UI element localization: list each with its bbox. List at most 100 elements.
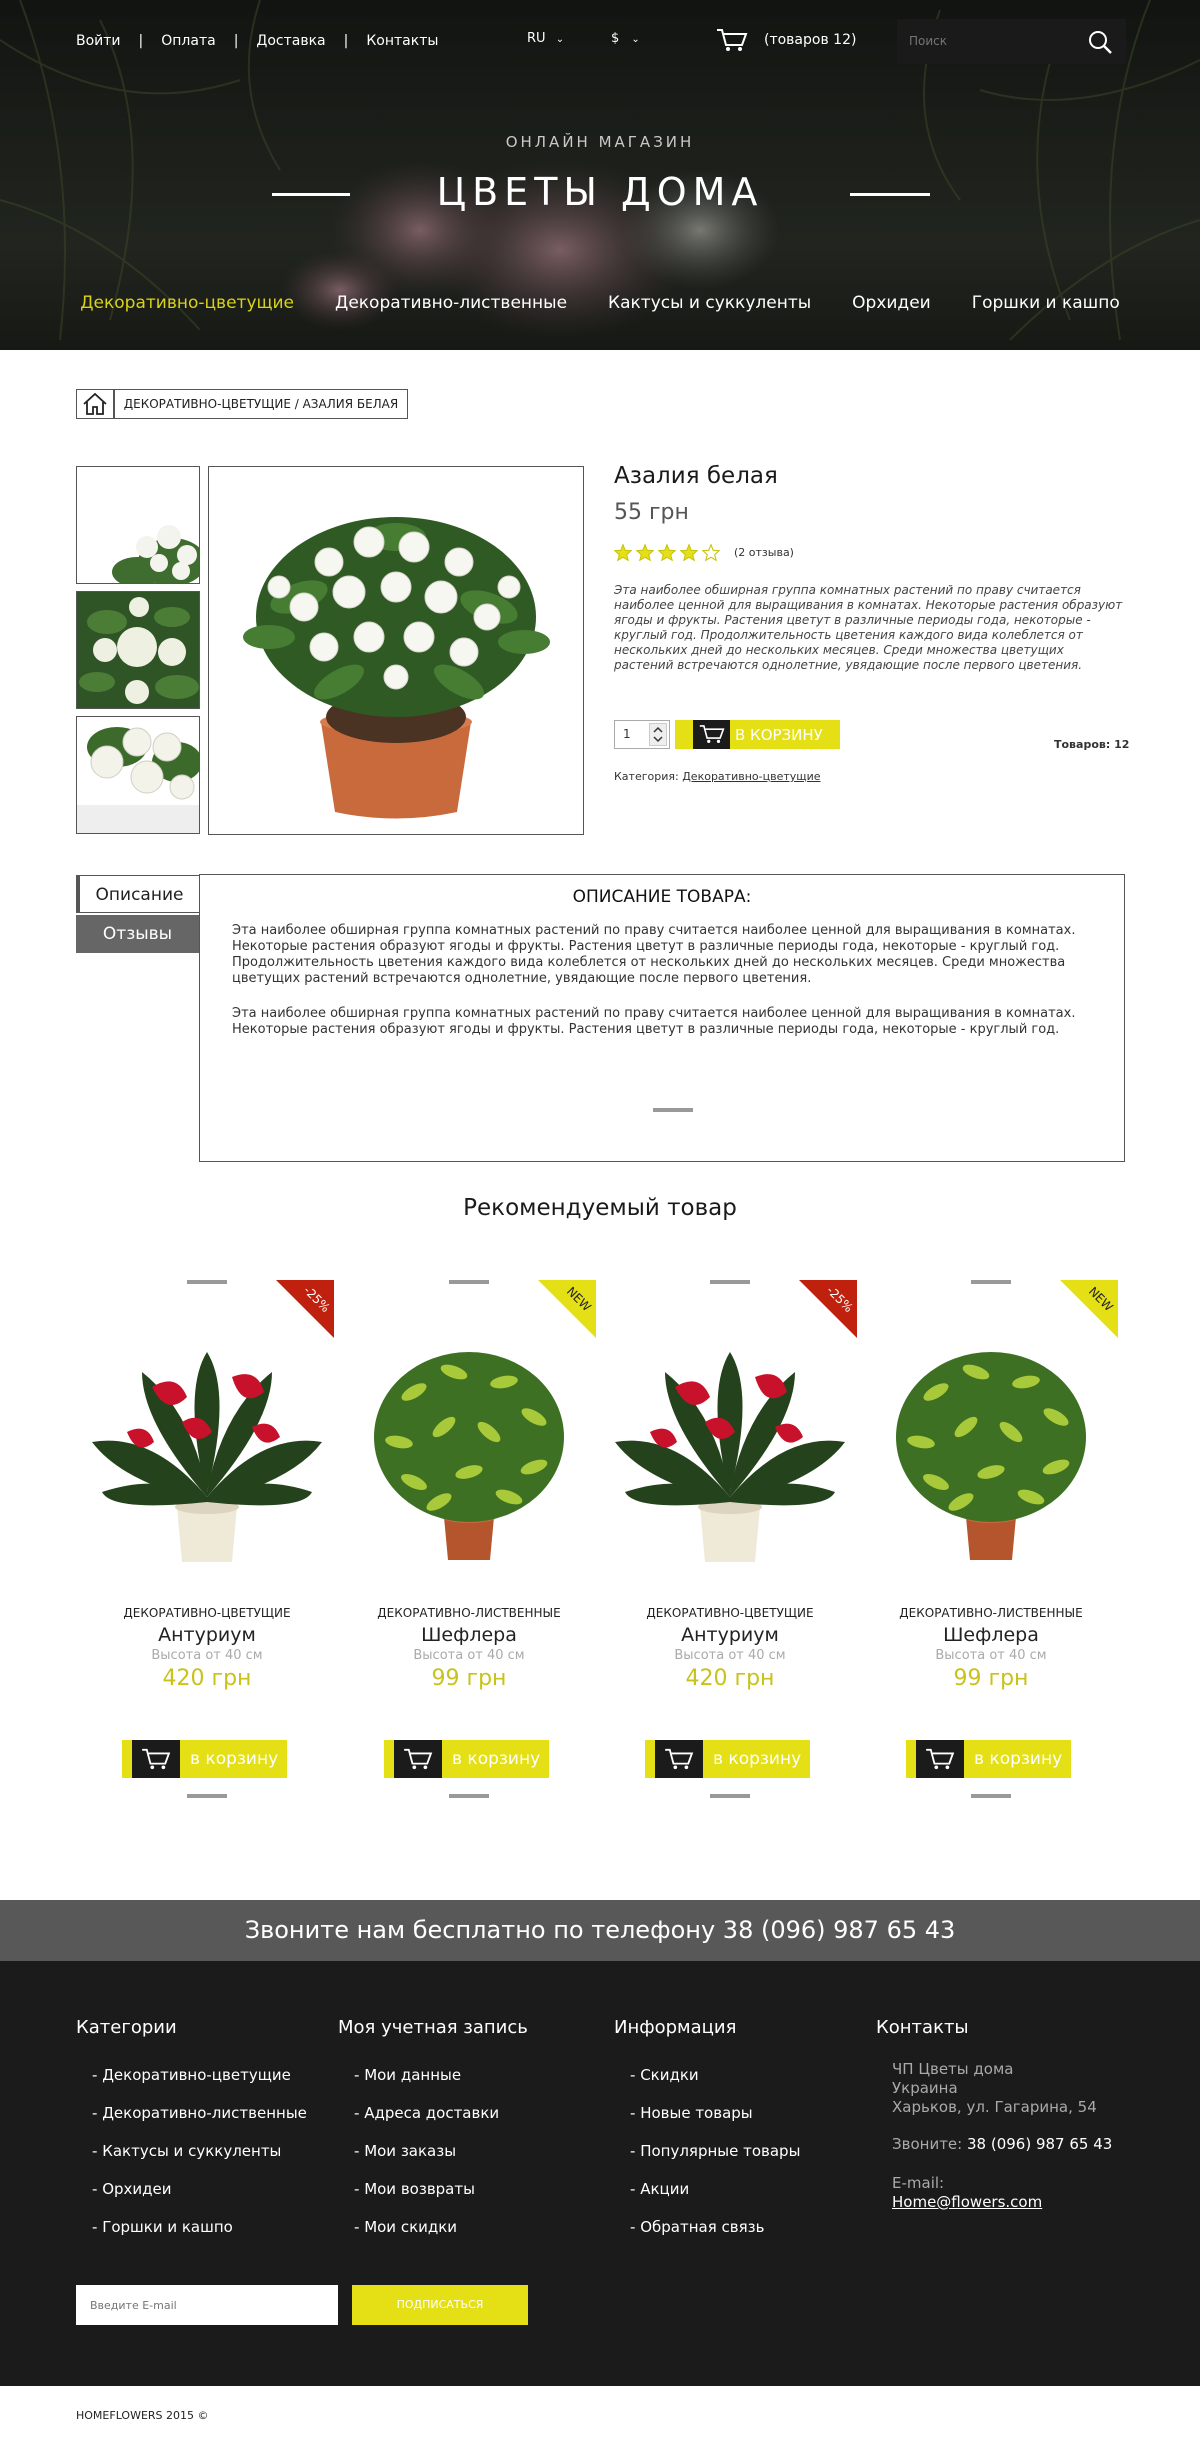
thumbnail-1[interactable] bbox=[76, 466, 200, 584]
search-input[interactable] bbox=[909, 31, 1069, 51]
subscribe-button[interactable]: ПОДПИСАТЬСЯ bbox=[352, 2285, 528, 2325]
card-top-bar bbox=[187, 1280, 227, 1284]
card-cart-label: в корзину bbox=[713, 1749, 802, 1769]
search-icon[interactable] bbox=[1087, 29, 1113, 55]
footer-categories: Категории Декоративно-цветущие Декоратив… bbox=[76, 2017, 307, 2246]
footer-link[interactable]: Мои возвраты bbox=[338, 2170, 528, 2208]
quantity-stepper[interactable]: 1 bbox=[614, 720, 670, 749]
language-select[interactable]: RU ⌄ bbox=[527, 31, 564, 46]
card-bottom-bar bbox=[449, 1794, 489, 1798]
card-bottom-bar bbox=[971, 1794, 1011, 1798]
product-short-description: Эта наиболее обширная группа комнатных р… bbox=[614, 583, 1123, 672]
cart-icon-box bbox=[655, 1740, 703, 1778]
category-link-foliage[interactable]: Декоративно-лиственные bbox=[335, 293, 567, 313]
nav-divider: | bbox=[138, 33, 144, 49]
product-card[interactable]: NEW ДЕКОРАТИВНО-ЛИСТВЕННЫЕ Шефлера Высот… bbox=[344, 1274, 596, 1824]
product-card[interactable]: -25% ДЕКОРАТИВНО-ЦВЕТУЩИЕ Антуриум Высот… bbox=[82, 1274, 334, 1824]
anthurium-image bbox=[615, 1352, 845, 1562]
site-title: ЦВЕТЫ ДОМА bbox=[436, 170, 764, 214]
nav-contacts-link[interactable]: Контакты bbox=[366, 33, 438, 49]
card-image[interactable] bbox=[344, 1332, 594, 1566]
recommended-title: Рекомендуемый товар bbox=[463, 1195, 737, 1221]
card-add-to-cart-button[interactable]: в корзину bbox=[906, 1740, 1071, 1778]
footer-link[interactable]: Обратная связь bbox=[614, 2208, 800, 2246]
card-name[interactable]: Шефлера bbox=[344, 1624, 594, 1646]
azalea-image bbox=[209, 467, 583, 834]
cart-icon bbox=[142, 1748, 171, 1770]
thumbnail-2[interactable] bbox=[76, 591, 200, 709]
nav-payment-link[interactable]: Оплата bbox=[161, 33, 215, 49]
nav-login-link[interactable]: Войти bbox=[76, 33, 121, 49]
product-category: Категория: Декоративно-цветущие bbox=[614, 770, 821, 783]
product-title: Азалия белая bbox=[614, 463, 778, 489]
card-image[interactable] bbox=[605, 1332, 855, 1566]
scroll-indicator[interactable] bbox=[653, 1108, 693, 1112]
card-cart-label: в корзину bbox=[974, 1749, 1063, 1769]
product-card[interactable]: NEW ДЕКОРАТИВНО-ЛИСТВЕННЫЕ Шефлера Высот… bbox=[866, 1274, 1118, 1824]
contact-phone[interactable]: 38 (096) 987 65 43 bbox=[967, 2135, 1112, 2153]
home-button[interactable] bbox=[76, 389, 114, 419]
card-top-bar bbox=[449, 1280, 489, 1284]
footer-link[interactable]: Скидки bbox=[614, 2056, 800, 2094]
category-link-flowering[interactable]: Декоративно-цветущие bbox=[80, 293, 294, 313]
quantity-arrows[interactable] bbox=[649, 723, 667, 746]
card-name[interactable]: Шефлера bbox=[866, 1624, 1116, 1646]
currency-value: $ bbox=[611, 31, 620, 46]
footer-link[interactable]: Декоративно-цветущие bbox=[76, 2056, 307, 2094]
contact-email[interactable]: Home@flowers.com bbox=[892, 2193, 1156, 2212]
footer-link[interactable]: Новые товары bbox=[614, 2094, 800, 2132]
add-to-cart-button[interactable]: В КОРЗИНУ bbox=[675, 720, 840, 749]
card-price: 99 грн bbox=[431, 1666, 507, 1691]
card-image[interactable] bbox=[82, 1332, 332, 1566]
contact-phone-label: Звоните: bbox=[892, 2135, 963, 2153]
footer-link[interactable]: Популярные товары bbox=[614, 2132, 800, 2170]
card-name[interactable]: Антуриум bbox=[82, 1624, 332, 1646]
card-add-to-cart-button[interactable]: в корзину bbox=[122, 1740, 287, 1778]
footer-link[interactable]: Кактусы и суккуленты bbox=[76, 2132, 307, 2170]
star-filled-icon bbox=[636, 544, 654, 561]
tab-reviews[interactable]: Отзывы bbox=[76, 915, 199, 953]
category-link-cacti[interactable]: Кактусы и суккуленты bbox=[608, 293, 811, 313]
quantity-value[interactable]: 1 bbox=[623, 727, 631, 741]
footer-link[interactable]: Мои данные bbox=[338, 2056, 528, 2094]
currency-select[interactable]: $ ⌄ bbox=[611, 31, 640, 46]
cart-icon-box bbox=[693, 720, 730, 749]
category-link[interactable]: Декоративно-цветущие bbox=[682, 770, 820, 783]
phone-banner: Звоните нам бесплатно по телефону 38 (09… bbox=[0, 1900, 1200, 1961]
card-name[interactable]: Антуриум bbox=[605, 1624, 855, 1646]
contact-country: Украина bbox=[892, 2079, 958, 2097]
category-link-orchids[interactable]: Орхидеи bbox=[852, 293, 931, 313]
footer-link[interactable]: Горшки и кашпо bbox=[76, 2208, 307, 2246]
description-text-2: Эта наиболее обширная группа комнатных р… bbox=[232, 1006, 1076, 1037]
footer-link[interactable]: Акции bbox=[614, 2170, 800, 2208]
tab-description[interactable]: Описание bbox=[76, 875, 199, 913]
card-image[interactable] bbox=[866, 1332, 1116, 1566]
card-height: Высота от 40 см bbox=[935, 1648, 1047, 1663]
thumbnail-image bbox=[77, 717, 199, 833]
nav-divider: | bbox=[343, 33, 349, 49]
card-add-to-cart-button[interactable]: в корзину bbox=[645, 1740, 810, 1778]
footer-link[interactable]: Мои заказы bbox=[338, 2132, 528, 2170]
breadcrumb[interactable]: ДЕКОРАТИВНО-ЦВЕТУЩИЕ / АЗАЛИЯ БЕЛАЯ bbox=[114, 389, 408, 419]
nav-delivery-link[interactable]: Доставка bbox=[256, 33, 325, 49]
thumbnail-3[interactable] bbox=[76, 716, 200, 834]
category-link-pots[interactable]: Горшки и кашпо bbox=[972, 293, 1120, 313]
card-add-to-cart-button[interactable]: в корзину bbox=[384, 1740, 549, 1778]
newsletter-email-input[interactable] bbox=[76, 2285, 338, 2325]
cart-icon bbox=[717, 29, 748, 51]
card-height: Высота от 40 см bbox=[674, 1648, 786, 1663]
contact-company: ЧП Цветы дома bbox=[892, 2060, 1014, 2078]
product-main-image[interactable] bbox=[208, 466, 584, 835]
product-card[interactable]: -25% ДЕКОРАТИВНО-ЦВЕТУЩИЕ Антуриум Высот… bbox=[605, 1274, 857, 1824]
header-cart[interactable]: (товаров 12) bbox=[716, 27, 856, 53]
footer-link[interactable]: Адреса доставки bbox=[338, 2094, 528, 2132]
card-price: 99 грн bbox=[953, 1666, 1029, 1691]
card-category: ДЕКОРАТИВНО-ЛИСТВЕННЫЕ bbox=[899, 1606, 1083, 1620]
footer-link[interactable]: Орхидеи bbox=[76, 2170, 307, 2208]
card-badge: -25% bbox=[276, 1280, 334, 1338]
footer-link[interactable]: Мои скидки bbox=[338, 2208, 528, 2246]
review-count[interactable]: (2 отзыва) bbox=[734, 546, 794, 559]
footer-account: Моя учетная запись Мои данные Адреса дос… bbox=[338, 2017, 528, 2246]
footer-link[interactable]: Декоративно-лиственные bbox=[76, 2094, 307, 2132]
schefflera-image bbox=[896, 1352, 1086, 1560]
